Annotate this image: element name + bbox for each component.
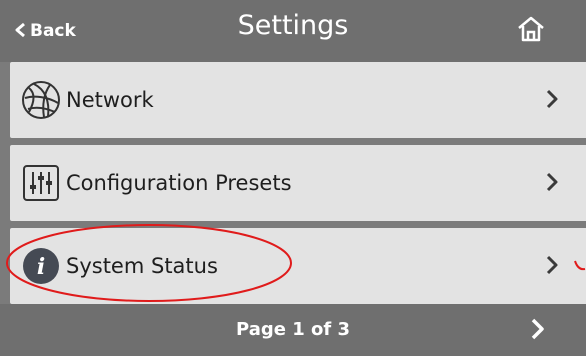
footer-bar: Page 1 of 3 [0, 304, 586, 356]
next-page-button[interactable] [523, 316, 553, 346]
chevron-right-icon [545, 171, 559, 197]
sliders-icon [18, 160, 64, 206]
globe-icon [18, 77, 64, 123]
settings-screen: Back Settings Network Configuration Pres… [0, 0, 586, 356]
menu-item-system-status[interactable]: i System Status [10, 228, 586, 304]
chevron-right-icon [530, 317, 546, 345]
back-button[interactable]: Back [14, 14, 76, 48]
info-icon: i [18, 243, 64, 289]
settings-menu-list: Network Configuration Presets i System S… [0, 62, 586, 304]
page-indicator: Page 1 of 3 [236, 319, 350, 340]
menu-item-label: Configuration Presets [66, 171, 292, 195]
svg-text:i: i [37, 254, 45, 280]
chevron-left-icon [14, 21, 26, 41]
home-button[interactable] [511, 13, 551, 49]
menu-item-label: Network [66, 88, 154, 112]
home-icon [516, 15, 546, 47]
page-title: Settings [237, 10, 349, 41]
menu-item-network[interactable]: Network [10, 62, 586, 138]
menu-item-label: System Status [66, 254, 218, 278]
chevron-right-icon [545, 88, 559, 114]
header-bar: Back Settings [0, 0, 586, 62]
chevron-right-icon [545, 254, 559, 280]
menu-item-configuration-presets[interactable]: Configuration Presets [10, 145, 586, 221]
back-label: Back [30, 21, 76, 41]
